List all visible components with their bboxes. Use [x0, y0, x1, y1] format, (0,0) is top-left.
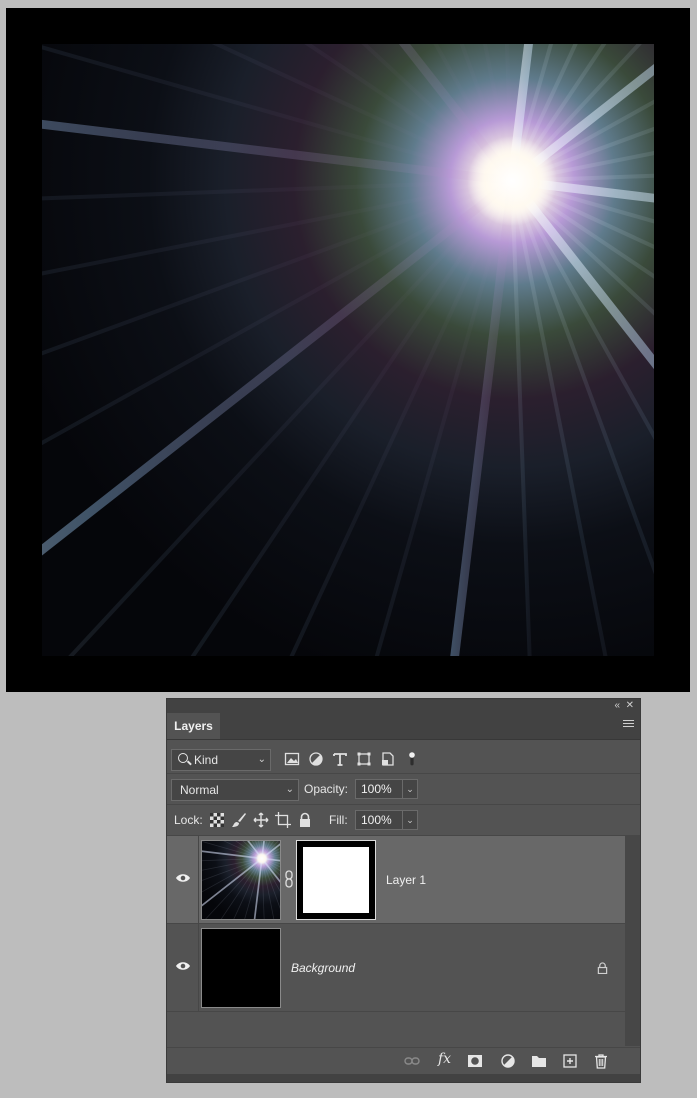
blend-mode-label: Normal	[180, 783, 219, 797]
mask-white-area	[303, 847, 369, 913]
chevron-down-icon: ⌄	[257, 754, 266, 765]
collapse-panel-icon[interactable]: «	[614, 699, 620, 713]
lock-position-icon[interactable]	[253, 812, 269, 828]
layer-name[interactable]: Background	[291, 961, 355, 975]
fill-label: Fill:	[329, 813, 348, 827]
adjustment-layer-filter-icon[interactable]	[308, 751, 324, 767]
layer-locked-icon[interactable]	[597, 962, 608, 974]
filter-kind-select[interactable]: Kind ⌄	[171, 749, 271, 771]
panel-title-strip: « ✕	[167, 699, 640, 713]
layer-mask-thumbnail[interactable]	[296, 840, 376, 920]
visibility-column	[167, 924, 199, 1011]
blend-row: Normal ⌄ Opacity: 100% ⌄	[167, 774, 640, 805]
lock-transparent-pixels-icon[interactable]	[209, 812, 225, 828]
opacity-dropdown-icon[interactable]: ⌄	[402, 779, 418, 799]
lock-image-pixels-icon[interactable]	[231, 812, 247, 828]
new-adjustment-layer-icon[interactable]	[500, 1053, 516, 1069]
lock-artboard-icon[interactable]	[275, 812, 291, 828]
eye-icon[interactable]	[175, 960, 191, 972]
visibility-column	[167, 836, 199, 923]
lock-all-icon[interactable]	[297, 812, 313, 828]
fx-icon[interactable]: fx	[438, 1051, 451, 1067]
document-canvas[interactable]	[6, 8, 690, 692]
close-panel-icon[interactable]: ✕	[626, 699, 634, 713]
background-thumbnail[interactable]	[201, 928, 281, 1008]
filter-kind-label: Kind	[194, 753, 219, 767]
filter-row: Kind ⌄	[167, 741, 640, 774]
lens-flare-image	[42, 44, 654, 656]
filter-toggle-icon[interactable]	[407, 751, 417, 767]
type-layer-filter-icon[interactable]	[332, 751, 348, 767]
fill-dropdown-icon[interactable]: ⌄	[402, 810, 418, 830]
new-layer-icon[interactable]	[562, 1053, 578, 1069]
layer-row-layer-1[interactable]: Layer 1	[167, 836, 625, 924]
delete-layer-icon[interactable]	[593, 1053, 609, 1069]
panel-footer: fx	[167, 1047, 640, 1076]
layer-row-background[interactable]: Background	[167, 924, 625, 1012]
fill-input[interactable]: 100%	[355, 810, 403, 830]
tab-layers[interactable]: Layers	[167, 713, 220, 739]
panel-menu-icon[interactable]	[623, 720, 634, 729]
blend-mode-select[interactable]: Normal ⌄	[171, 779, 299, 801]
opacity-label: Opacity:	[304, 782, 349, 796]
layer-name[interactable]: Layer 1	[386, 873, 426, 887]
add-mask-icon[interactable]	[467, 1053, 483, 1069]
pixel-layer-filter-icon[interactable]	[284, 751, 300, 767]
panel-tabbar: Layers	[167, 713, 640, 740]
shape-layer-filter-icon[interactable]	[356, 751, 372, 767]
search-icon	[178, 753, 188, 763]
layers-scrollbar[interactable]	[625, 836, 640, 1046]
smart-object-filter-icon[interactable]	[380, 751, 396, 767]
layers-list: Layer 1 Background	[167, 836, 625, 1046]
opacity-input[interactable]: 100%	[355, 779, 403, 799]
lens-flare-thumbnail-image	[202, 841, 280, 919]
panel-resize-grip[interactable]	[167, 1074, 640, 1082]
chevron-down-icon: ⌄	[285, 784, 294, 795]
mask-link-icon[interactable]	[284, 870, 294, 888]
new-group-folder-icon[interactable]	[531, 1053, 547, 1069]
lock-row: Lock: Fill: 100% ⌄	[167, 805, 640, 836]
eye-icon[interactable]	[175, 872, 191, 884]
layers-panel: « ✕ Layers Kind ⌄ Normal ⌄ Opacity: 100%…	[166, 698, 641, 1083]
link-layers-icon[interactable]	[404, 1053, 420, 1069]
layer-1-thumbnail[interactable]	[201, 840, 281, 920]
lock-label: Lock:	[174, 813, 203, 827]
